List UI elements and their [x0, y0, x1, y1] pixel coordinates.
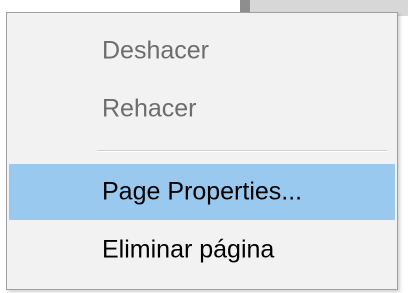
- menu-item-undo-label: Deshacer: [102, 36, 209, 65]
- menu-separator: [97, 150, 387, 152]
- context-menu: Deshacer Rehacer Page Properties... Elim…: [6, 12, 398, 290]
- menu-item-page-properties[interactable]: Page Properties...: [9, 164, 395, 220]
- menu-item-delete-page[interactable]: Eliminar página: [9, 222, 395, 278]
- menu-item-delete-page-label: Eliminar página: [102, 235, 275, 264]
- screen: Deshacer Rehacer Page Properties... Elim…: [0, 0, 408, 293]
- menu-item-page-properties-label: Page Properties...: [102, 177, 303, 206]
- menu-item-redo: Rehacer: [9, 81, 395, 137]
- menu-item-redo-label: Rehacer: [102, 94, 197, 123]
- menu-item-undo: Deshacer: [9, 23, 395, 79]
